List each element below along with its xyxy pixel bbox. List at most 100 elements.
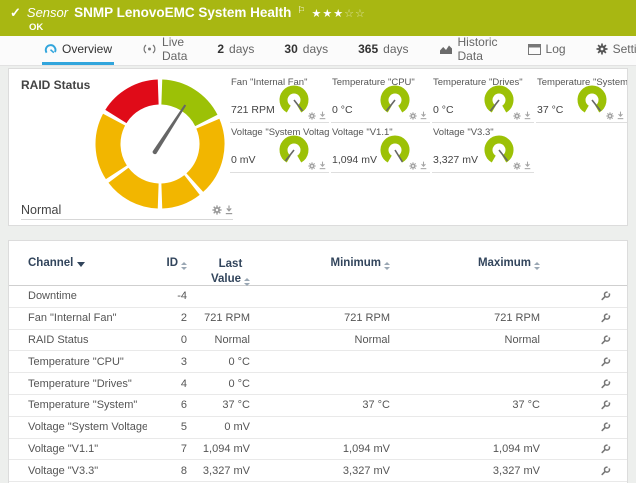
edit-channel-wrench-icon[interactable] bbox=[600, 334, 612, 346]
mini-gauge-tile: Voltage "V3.3" 3,327 mV bbox=[432, 123, 534, 173]
tab-30-days[interactable]: 30 days bbox=[282, 36, 330, 65]
cell-last-value: 3,327 mV bbox=[187, 465, 250, 477]
raid-status-value: Normal bbox=[21, 203, 212, 217]
overview-gauges-panel: RAID Status Normal Fan "Internal Fan" 72… bbox=[8, 68, 628, 226]
tab-label: days bbox=[229, 42, 254, 56]
cell-minimum: Normal bbox=[250, 334, 390, 346]
sort-arrows-icon bbox=[181, 262, 187, 270]
tab-label: Settings bbox=[613, 42, 636, 56]
stars-filled: ★★★ bbox=[312, 8, 345, 20]
channel-table-row: Downtime -4 bbox=[9, 286, 627, 308]
cell-last-value: 0 °C bbox=[187, 378, 250, 390]
cell-channel: Temperature "CPU" bbox=[9, 356, 147, 368]
tab-2-days[interactable]: 2 days bbox=[215, 36, 256, 65]
tab-label: Log bbox=[546, 42, 566, 56]
tab-settings[interactable]: Settings bbox=[594, 36, 636, 65]
mini-gauge-empty-slot bbox=[536, 123, 627, 173]
sort-caret-icon bbox=[77, 262, 85, 267]
tab-overview[interactable]: Overview bbox=[42, 36, 114, 65]
pin-to-dashboard-icon[interactable] bbox=[524, 161, 531, 170]
edit-channel-wrench-icon[interactable] bbox=[600, 465, 612, 477]
mini-gauge-value: 0 °C bbox=[433, 104, 454, 116]
sort-arrows-icon bbox=[244, 278, 250, 286]
column-header-channel[interactable]: Channel bbox=[9, 257, 147, 269]
mini-gauge-value: 721 RPM bbox=[231, 104, 275, 116]
column-header-id[interactable]: ID bbox=[147, 257, 187, 271]
gauge-settings-gear-icon[interactable] bbox=[409, 162, 417, 170]
cell-last-value: Normal bbox=[187, 334, 250, 346]
cell-id: 2 bbox=[147, 312, 187, 324]
mini-gauge-grid: Fan "Internal Fan" 721 RPM Temperature "… bbox=[230, 73, 625, 173]
mini-gauge-value: 37 °C bbox=[537, 104, 563, 116]
raid-gauge-title: RAID Status bbox=[21, 78, 90, 92]
column-header-maximum[interactable]: Maximum bbox=[390, 257, 540, 271]
cell-id: 5 bbox=[147, 421, 187, 433]
tab-historic-data[interactable]: Historic Data bbox=[437, 36, 500, 65]
tab-label: days bbox=[383, 42, 408, 56]
cell-channel: Downtime bbox=[9, 290, 147, 302]
mini-gauge-value: 0 °C bbox=[332, 104, 353, 116]
cell-id: 0 bbox=[147, 334, 187, 346]
channel-table-row: Voltage "System Voltage (... 5 0 mV bbox=[9, 417, 627, 439]
pin-to-dashboard-icon[interactable] bbox=[225, 205, 233, 215]
cell-id: 6 bbox=[147, 399, 187, 411]
status-badge: OK bbox=[29, 22, 43, 33]
edit-channel-wrench-icon[interactable] bbox=[600, 290, 612, 302]
sensor-status-header: ✓ Sensor SNMP LenovoEMC System Health ⚐ … bbox=[0, 0, 636, 36]
cell-id: -4 bbox=[147, 290, 187, 302]
pin-to-dashboard-icon[interactable] bbox=[420, 161, 427, 170]
edit-channel-wrench-icon[interactable] bbox=[600, 443, 612, 455]
channel-table-row: Temperature "Drives" 4 0 °C bbox=[9, 373, 627, 395]
channel-table-row: Voltage "V1.1" 7 1,094 mV 1,094 mV 1,094… bbox=[9, 439, 627, 461]
mini-gauge-tile: Temperature "CPU" 0 °C bbox=[331, 73, 430, 123]
mini-gauge-tile: Fan "Internal Fan" 721 RPM bbox=[230, 73, 329, 123]
mini-gauge-tile: Voltage "V1.1" 1,094 mV bbox=[331, 123, 430, 173]
gauge-settings-gear-icon[interactable] bbox=[308, 162, 316, 170]
channel-table-panel: Channel ID LastValue Minimum Maximum Dow… bbox=[8, 240, 628, 483]
gauge-settings-gear-icon[interactable] bbox=[212, 205, 222, 215]
edit-channel-wrench-icon[interactable] bbox=[600, 421, 612, 433]
cell-id: 8 bbox=[147, 465, 187, 477]
gauge-settings-gear-icon[interactable] bbox=[513, 162, 521, 170]
rating-stars[interactable]: ★★★☆☆ bbox=[312, 7, 366, 20]
tab-label: Live Data bbox=[162, 35, 187, 63]
pin-to-dashboard-icon[interactable] bbox=[319, 161, 326, 170]
pin-to-dashboard-icon[interactable] bbox=[617, 111, 624, 120]
edit-channel-wrench-icon[interactable] bbox=[600, 312, 612, 324]
tab-365-days[interactable]: 365 days bbox=[356, 36, 410, 65]
cell-maximum: 721 RPM bbox=[390, 312, 540, 324]
cell-last-value: 721 RPM bbox=[187, 312, 250, 324]
channel-table-row: Fan "Internal Fan" 2 721 RPM 721 RPM 721… bbox=[9, 308, 627, 330]
edit-channel-wrench-icon[interactable] bbox=[600, 356, 612, 368]
flag-icon: ⚐ bbox=[297, 5, 305, 16]
cell-last-value: 0 °C bbox=[187, 356, 250, 368]
gauge-settings-gear-icon[interactable] bbox=[409, 112, 417, 120]
gauge-settings-gear-icon[interactable] bbox=[606, 112, 614, 120]
mini-gauge-value: 3,327 mV bbox=[433, 154, 478, 166]
cell-maximum: 37 °C bbox=[390, 399, 540, 411]
pin-to-dashboard-icon[interactable] bbox=[420, 111, 427, 120]
gauge-settings-gear-icon[interactable] bbox=[513, 112, 521, 120]
tab-live-data[interactable]: Live Data bbox=[140, 36, 189, 65]
pin-to-dashboard-icon[interactable] bbox=[524, 111, 531, 120]
raid-gauge-footer: Normal bbox=[21, 201, 233, 220]
cell-channel: Voltage "V3.3" bbox=[9, 465, 147, 477]
edit-channel-wrench-icon[interactable] bbox=[600, 378, 612, 390]
pin-to-dashboard-icon[interactable] bbox=[319, 111, 326, 120]
tab-number: 2 bbox=[217, 42, 224, 56]
gauge-settings-gear-icon[interactable] bbox=[308, 112, 316, 120]
column-header-minimum[interactable]: Minimum bbox=[250, 257, 390, 271]
page-title: SNMP LenovoEMC System Health bbox=[74, 5, 291, 20]
cell-channel: Temperature "Drives" bbox=[9, 378, 147, 390]
mini-gauge-tile: Temperature "Drives" 0 °C bbox=[432, 73, 534, 123]
channel-table-row: Temperature "System" 6 37 °C 37 °C 37 °C bbox=[9, 395, 627, 417]
mini-gauge-tile: Voltage "System Voltage (12... 0 mV bbox=[230, 123, 329, 173]
tab-label: days bbox=[303, 42, 328, 56]
cell-channel: Voltage "System Voltage (... bbox=[9, 421, 147, 433]
sensor-overview-page: ✓ Sensor SNMP LenovoEMC System Health ⚐ … bbox=[0, 0, 636, 483]
edit-channel-wrench-icon[interactable] bbox=[600, 399, 612, 411]
channel-table-row: Voltage "V3.3" 8 3,327 mV 3,327 mV 3,327… bbox=[9, 460, 627, 482]
cell-minimum: 37 °C bbox=[250, 399, 390, 411]
column-header-last-value[interactable]: LastValue bbox=[187, 257, 250, 287]
tab-log[interactable]: Log bbox=[526, 36, 568, 65]
